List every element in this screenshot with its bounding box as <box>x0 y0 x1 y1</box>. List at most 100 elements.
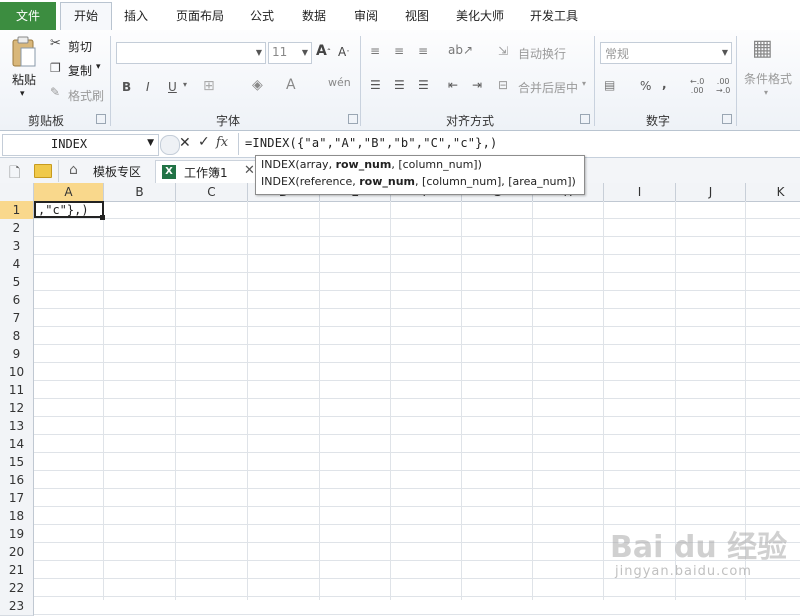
insert-function-icon[interactable]: fx <box>216 135 228 150</box>
decrease-decimal-icon[interactable]: .00 →.0 <box>716 77 730 95</box>
column-header-i[interactable]: I <box>604 183 676 201</box>
bold-button[interactable]: B <box>122 80 131 94</box>
merge-center-button[interactable]: 合并后居中 <box>518 79 578 96</box>
enter-icon[interactable]: ✓ <box>198 134 210 150</box>
file-tab[interactable]: 文件 <box>0 2 56 30</box>
paste-button[interactable]: 粘贴 <box>12 71 36 88</box>
row-header-10[interactable]: 10 <box>0 363 34 382</box>
align-center-icon[interactable]: ☰ <box>394 78 405 92</box>
tab-data[interactable]: 数据 <box>292 4 336 29</box>
font-size-combo[interactable]: 11 ▼ <box>268 42 312 64</box>
align-top-icon[interactable]: ≡ <box>370 44 380 58</box>
tab-home[interactable]: 开始 <box>60 2 112 30</box>
percent-button[interactable]: % <box>640 79 651 93</box>
tab-insert[interactable]: 插入 <box>114 4 158 29</box>
column-header-c[interactable]: C <box>176 183 248 201</box>
align-middle-icon[interactable]: ≡ <box>394 44 404 58</box>
active-cell-a1[interactable]: ,"c"},) <box>34 201 104 218</box>
tab-view[interactable]: 视图 <box>395 4 439 29</box>
comma-button[interactable]: , <box>662 77 667 91</box>
clipboard-launcher-icon[interactable] <box>96 114 106 124</box>
row-header-9[interactable]: 9 <box>0 345 34 364</box>
wrap-text-icon[interactable]: ⇲ <box>498 44 508 58</box>
shrink-font-icon[interactable]: Aˇ <box>338 45 350 59</box>
row-header-21[interactable]: 21 <box>0 561 34 580</box>
row-header-5[interactable]: 5 <box>0 273 34 292</box>
fill-handle[interactable] <box>100 215 105 220</box>
copy-button[interactable]: 复制 <box>68 62 92 79</box>
column-header-a[interactable]: A <box>34 183 104 201</box>
font-color-icon[interactable]: A <box>286 77 296 93</box>
column-header-b[interactable]: B <box>104 183 176 201</box>
copy-dropdown-icon[interactable]: ▾ <box>96 62 101 72</box>
chevron-down-icon[interactable]: ▾ <box>582 79 586 88</box>
row-header-12[interactable]: 12 <box>0 399 34 418</box>
row-header-17[interactable]: 17 <box>0 489 34 508</box>
formula-input[interactable]: =INDEX({"a","A","B","b","C","c"},) <box>245 136 497 150</box>
row-header-15[interactable]: 15 <box>0 453 34 472</box>
row-header-7[interactable]: 7 <box>0 309 34 328</box>
fill-color-icon[interactable]: ◈ <box>252 77 263 93</box>
cancel-icon[interactable]: ✕ <box>179 135 191 151</box>
font-name-combo[interactable]: ▼ <box>116 42 266 64</box>
row-header-6[interactable]: 6 <box>0 291 34 310</box>
paste-dropdown-icon[interactable]: ▾ <box>20 89 25 99</box>
grow-font-icon[interactable]: Aˆ <box>316 43 331 59</box>
font-launcher-icon[interactable] <box>348 114 358 124</box>
open-folder-icon[interactable] <box>34 164 52 178</box>
phonetic-icon[interactable]: wén <box>328 76 351 89</box>
chevron-down-icon[interactable]: ▾ <box>183 80 187 89</box>
align-left-icon[interactable]: ☰ <box>370 78 381 92</box>
chevron-down-icon[interactable]: ▾ <box>764 88 768 97</box>
row-header-13[interactable]: 13 <box>0 417 34 436</box>
conditional-format-icon[interactable]: ▦ <box>752 36 773 61</box>
tab-formulas[interactable]: 公式 <box>240 4 284 29</box>
row-header-11[interactable]: 11 <box>0 381 34 400</box>
increase-indent-icon[interactable]: ⇥ <box>472 78 482 92</box>
name-box[interactable]: INDEX ▼ <box>2 134 159 156</box>
select-all-corner[interactable] <box>0 183 34 201</box>
format-painter-icon[interactable]: ✎ <box>50 85 60 99</box>
formula-bar-toggle[interactable] <box>160 135 180 155</box>
row-header-14[interactable]: 14 <box>0 435 34 454</box>
format-painter-button[interactable]: 格式刷 <box>68 87 104 104</box>
decrease-indent-icon[interactable]: ⇤ <box>448 78 458 92</box>
row-header-18[interactable]: 18 <box>0 507 34 526</box>
row-header-2[interactable]: 2 <box>0 219 34 238</box>
tab-page-layout[interactable]: 页面布局 <box>168 4 232 29</box>
chevron-down-icon[interactable]: ▼ <box>147 138 154 148</box>
currency-icon[interactable]: ▤ <box>604 78 615 92</box>
tab-workbook1[interactable]: X 工作簿1 ✕ <box>155 160 259 184</box>
tooltip-syntax-array[interactable]: INDEX(array, row_num, [column_num]) <box>261 158 482 171</box>
row-header-19[interactable]: 19 <box>0 525 34 544</box>
row-header-3[interactable]: 3 <box>0 237 34 256</box>
tab-review[interactable]: 审阅 <box>344 4 388 29</box>
row-header-22[interactable]: 22 <box>0 579 34 598</box>
merge-center-icon[interactable]: ⊟ <box>498 78 508 92</box>
borders-icon[interactable]: ⊞ <box>203 78 215 94</box>
orientation-icon[interactable]: ab↗ <box>448 43 473 57</box>
number-format-combo[interactable]: 常规 ▼ <box>600 42 732 64</box>
tab-developer[interactable]: 开发工具 <box>522 4 586 29</box>
underline-button[interactable]: U <box>168 80 177 94</box>
close-icon[interactable]: ✕ <box>244 163 255 178</box>
italic-button[interactable]: I <box>146 80 150 94</box>
cut-button[interactable]: 剪切 <box>68 38 92 55</box>
alignment-launcher-icon[interactable] <box>580 114 590 124</box>
align-right-icon[interactable]: ☰ <box>418 78 429 92</box>
tab-template-zone[interactable]: ⌂ 模板专区 <box>58 160 156 182</box>
number-launcher-icon[interactable] <box>722 114 732 124</box>
paste-icon[interactable] <box>10 36 38 70</box>
row-header-8[interactable]: 8 <box>0 327 34 346</box>
increase-decimal-icon[interactable]: ←.0.00 <box>690 77 704 95</box>
wrap-text-button[interactable]: 自动换行 <box>518 45 566 62</box>
column-header-j[interactable]: J <box>676 183 746 201</box>
scissors-icon[interactable]: ✂ <box>50 36 61 51</box>
copy-icon[interactable]: ❐ <box>50 61 61 75</box>
conditional-format-button[interactable]: 条件格式 <box>744 70 792 87</box>
row-header-4[interactable]: 4 <box>0 255 34 274</box>
row-header-16[interactable]: 16 <box>0 471 34 490</box>
align-bottom-icon[interactable]: ≡ <box>418 44 428 58</box>
column-header-k[interactable]: K <box>746 183 800 201</box>
tooltip-syntax-reference[interactable]: INDEX(reference, row_num, [column_num], … <box>261 175 576 188</box>
